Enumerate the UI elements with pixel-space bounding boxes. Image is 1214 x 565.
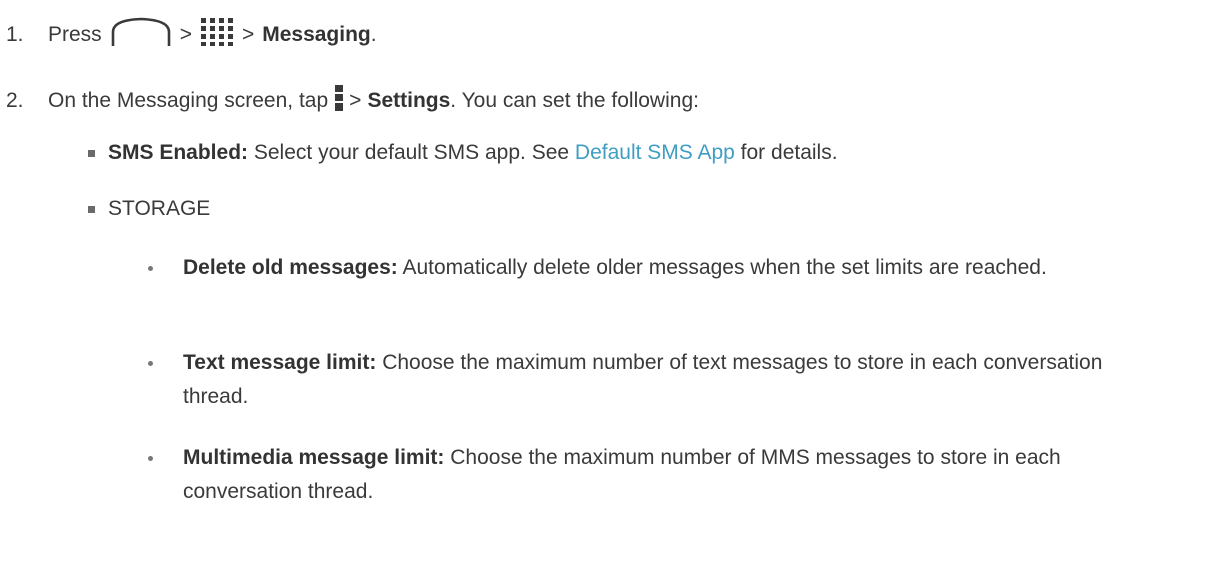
menu-kebab-icon	[335, 84, 344, 118]
multimedia-message-limit-item: Multimedia message limit: Choose the max…	[183, 441, 1143, 509]
step-2: 2. On the Messaging screen, tap > Settin…	[0, 84, 699, 118]
separator: >	[179, 23, 192, 46]
step-text-after: . You can set the following:	[450, 89, 699, 112]
step-number: 1.	[6, 23, 24, 46]
step-1: 1. Press > > Messaging.	[0, 16, 377, 54]
bullet-square	[88, 150, 95, 157]
bullet-square	[88, 206, 95, 213]
sms-enabled-text: Select your default SMS app. See	[253, 141, 570, 164]
item-label: Delete old messages:	[183, 256, 398, 279]
text-message-limit-item: Text message limit: Choose the maximum n…	[183, 346, 1143, 414]
separator: >	[241, 23, 255, 46]
messaging-label: Messaging	[262, 23, 371, 46]
settings-label: Settings	[367, 89, 451, 112]
sms-enabled-item: SMS Enabled: Select your default SMS app…	[108, 136, 838, 170]
period: .	[370, 23, 377, 46]
default-sms-app-link[interactable]: Default SMS App	[575, 141, 735, 164]
item-text: Automatically delete older messages when…	[402, 256, 1047, 279]
delete-old-messages-item: Delete old messages: Automatically delet…	[183, 251, 1143, 285]
home-key-icon	[110, 16, 172, 54]
step-text: Press	[48, 23, 102, 46]
bullet-dot	[148, 266, 153, 271]
step-number: 2.	[6, 89, 24, 112]
sms-enabled-text-after: for details.	[740, 141, 838, 164]
step-text: On the Messaging screen, tap	[48, 89, 329, 112]
apps-grid-icon	[200, 17, 234, 53]
sms-enabled-label: SMS Enabled:	[108, 141, 249, 164]
bullet-dot	[148, 361, 153, 366]
bullet-dot	[148, 456, 153, 461]
storage-heading: STORAGE	[108, 197, 211, 220]
item-label: Text message limit:	[183, 351, 377, 374]
separator: >	[349, 89, 362, 112]
item-label: Multimedia message limit:	[183, 446, 445, 469]
